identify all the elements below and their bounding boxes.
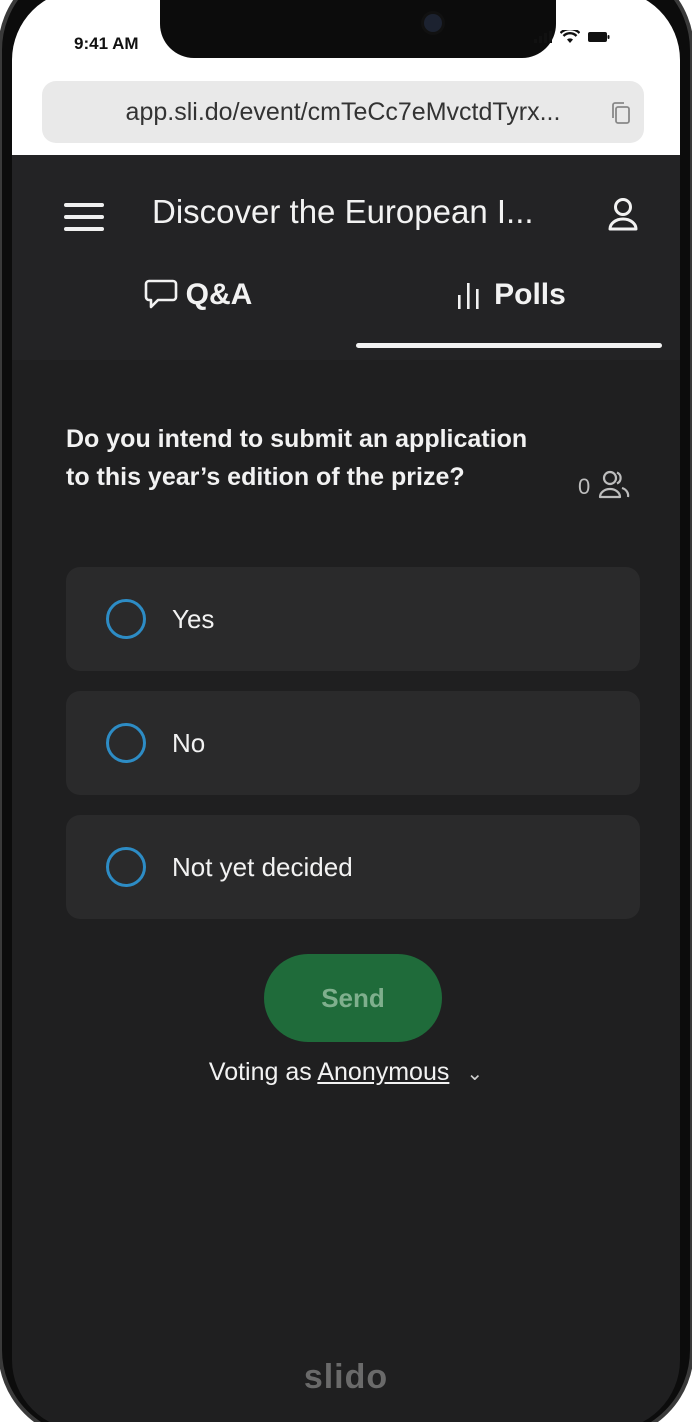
user-profile-icon[interactable]	[606, 195, 640, 240]
radio-button[interactable]	[106, 847, 146, 887]
tab-polls-label: Polls	[494, 278, 566, 311]
bar-chart-icon	[452, 277, 486, 316]
status-time: 9:41 AM	[74, 34, 139, 53]
url-text: app.sli.do/event/cmTeCc7eMvctdTyrx...	[125, 97, 561, 126]
app-header: Discover the European I... Q&A Polls	[12, 155, 680, 360]
signal-icon	[534, 31, 552, 43]
front-camera	[424, 14, 442, 32]
wifi-icon	[560, 30, 580, 44]
voting-identity-link[interactable]: Anonymous	[317, 1058, 449, 1086]
notch	[160, 0, 556, 58]
radio-button[interactable]	[106, 599, 146, 639]
copy-icon[interactable]	[610, 101, 632, 130]
participant-count-value: 0	[578, 474, 591, 499]
slido-logo: slido	[303, 1358, 389, 1396]
radio-button[interactable]	[106, 723, 146, 763]
status-bar: 9:41 AM	[12, 0, 680, 75]
chat-bubble-icon	[144, 277, 178, 316]
phone-screen: 9:41 AM app.sli.do/event/cmTeCc7eMvctdTy…	[12, 0, 680, 1422]
browser-chrome: app.sli.do/event/cmTeCc7eMvctdTyrx...	[12, 75, 680, 155]
chevron-down-icon[interactable]: ⌄	[466, 1063, 483, 1085]
active-tab-indicator	[356, 343, 662, 348]
option-label: Not yet decided	[172, 851, 353, 882]
option-label: No	[172, 727, 206, 758]
address-bar[interactable]: app.sli.do/event/cmTeCc7eMvctdTyrx...	[42, 81, 644, 143]
participant-count: 0	[578, 468, 630, 506]
hamburger-menu-icon[interactable]	[64, 203, 104, 233]
option-label: Yes	[172, 603, 215, 634]
send-button[interactable]: Send	[264, 954, 442, 1042]
tab-qa[interactable]: Q&A	[42, 277, 354, 357]
tab-qa-label: Q&A	[185, 278, 253, 311]
battery-icon	[588, 31, 610, 43]
poll-option-no[interactable]: No	[66, 691, 640, 795]
voting-prefix: Voting as	[208, 1058, 312, 1086]
event-title: Discover the European I...	[152, 193, 534, 230]
poll-option-not-yet-decided[interactable]: Not yet decided	[66, 815, 640, 919]
poll-option-yes[interactable]: Yes	[66, 567, 640, 671]
status-icons	[534, 30, 610, 44]
poll-question: Do you intend to submit an application t…	[66, 425, 528, 491]
voting-as: Voting as Anonymous ⌄	[12, 1058, 680, 1087]
participants-icon	[598, 468, 630, 506]
